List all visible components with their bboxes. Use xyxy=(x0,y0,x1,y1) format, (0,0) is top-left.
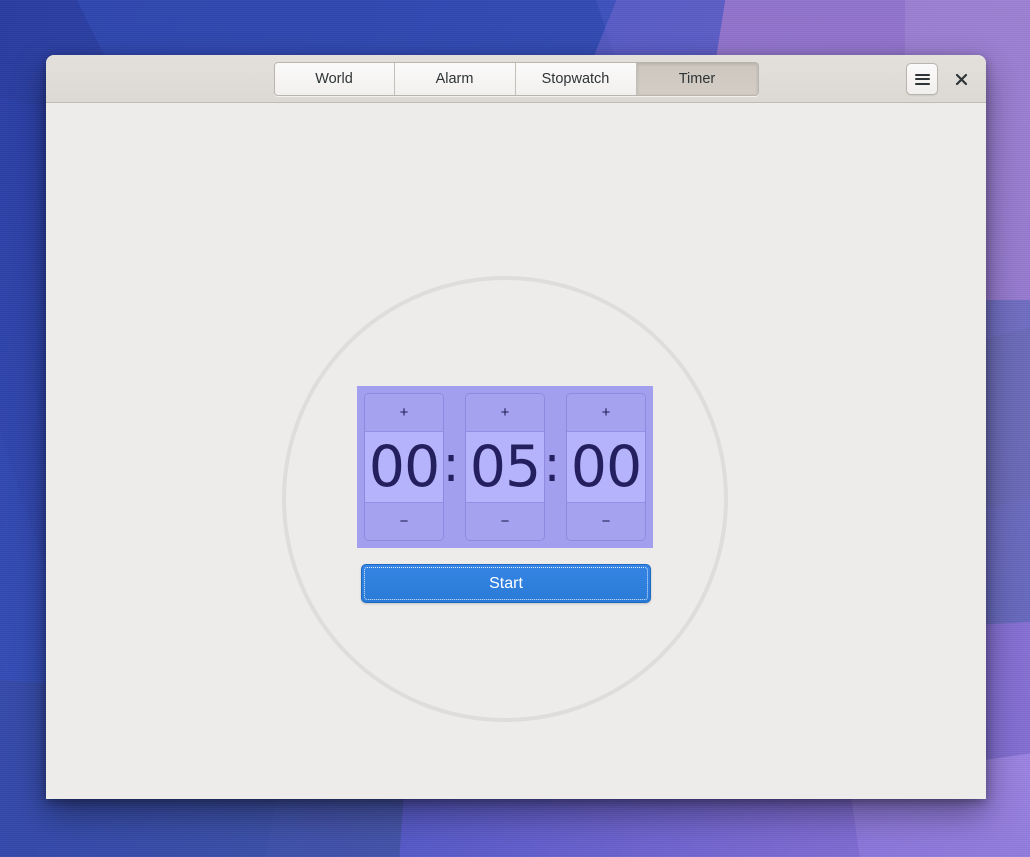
seconds-decrement-button[interactable]: − xyxy=(567,502,645,540)
hours-increment-button[interactable]: + xyxy=(365,394,443,432)
tab-timer-label: Timer xyxy=(678,70,716,87)
seconds-value[interactable]: 00 xyxy=(567,432,645,502)
tab-stopwatch[interactable]: Stopwatch xyxy=(515,62,637,95)
tab-timer[interactable]: Timer xyxy=(636,62,758,95)
hours-minutes-separator: : xyxy=(442,435,460,493)
hours-spinner: + 00 − xyxy=(364,393,444,541)
minutes-value[interactable]: 05 xyxy=(466,432,544,502)
timer-view: + 00 − : + 05 − : + 00 − Start xyxy=(46,103,986,798)
close-icon xyxy=(955,73,968,86)
start-button-label: Start xyxy=(489,574,523,592)
tab-alarm[interactable]: Alarm xyxy=(394,62,516,95)
tab-alarm-label: Alarm xyxy=(435,70,474,87)
hours-decrement-button[interactable]: − xyxy=(365,502,443,540)
minutes-increment-button[interactable]: + xyxy=(466,394,544,432)
start-timer-button[interactable]: Start xyxy=(361,564,651,603)
view-switcher-tabs: World Alarm Stopwatch Timer xyxy=(273,61,759,96)
tab-world-label: World xyxy=(315,70,353,87)
seconds-spinner: + 00 − xyxy=(566,393,646,541)
tab-world[interactable]: World xyxy=(274,62,395,95)
header-bar: World Alarm Stopwatch Timer xyxy=(46,55,986,103)
timer-duration-spinners: + 00 − : + 05 − : + 00 − xyxy=(357,386,653,548)
seconds-increment-button[interactable]: + xyxy=(567,394,645,432)
minutes-seconds-separator: : xyxy=(543,435,561,493)
minutes-spinner: + 05 − xyxy=(465,393,545,541)
close-window-button[interactable] xyxy=(946,63,976,95)
hamburger-menu-icon xyxy=(914,71,930,87)
clock-application-window: World Alarm Stopwatch Timer + 00 −: + 0… xyxy=(46,55,986,799)
hamburger-menu-button[interactable] xyxy=(906,63,938,95)
tab-stopwatch-label: Stopwatch xyxy=(541,70,610,87)
minutes-decrement-button[interactable]: − xyxy=(466,502,544,540)
header-bar-controls xyxy=(906,55,976,103)
hours-value[interactable]: 00 xyxy=(365,432,443,502)
